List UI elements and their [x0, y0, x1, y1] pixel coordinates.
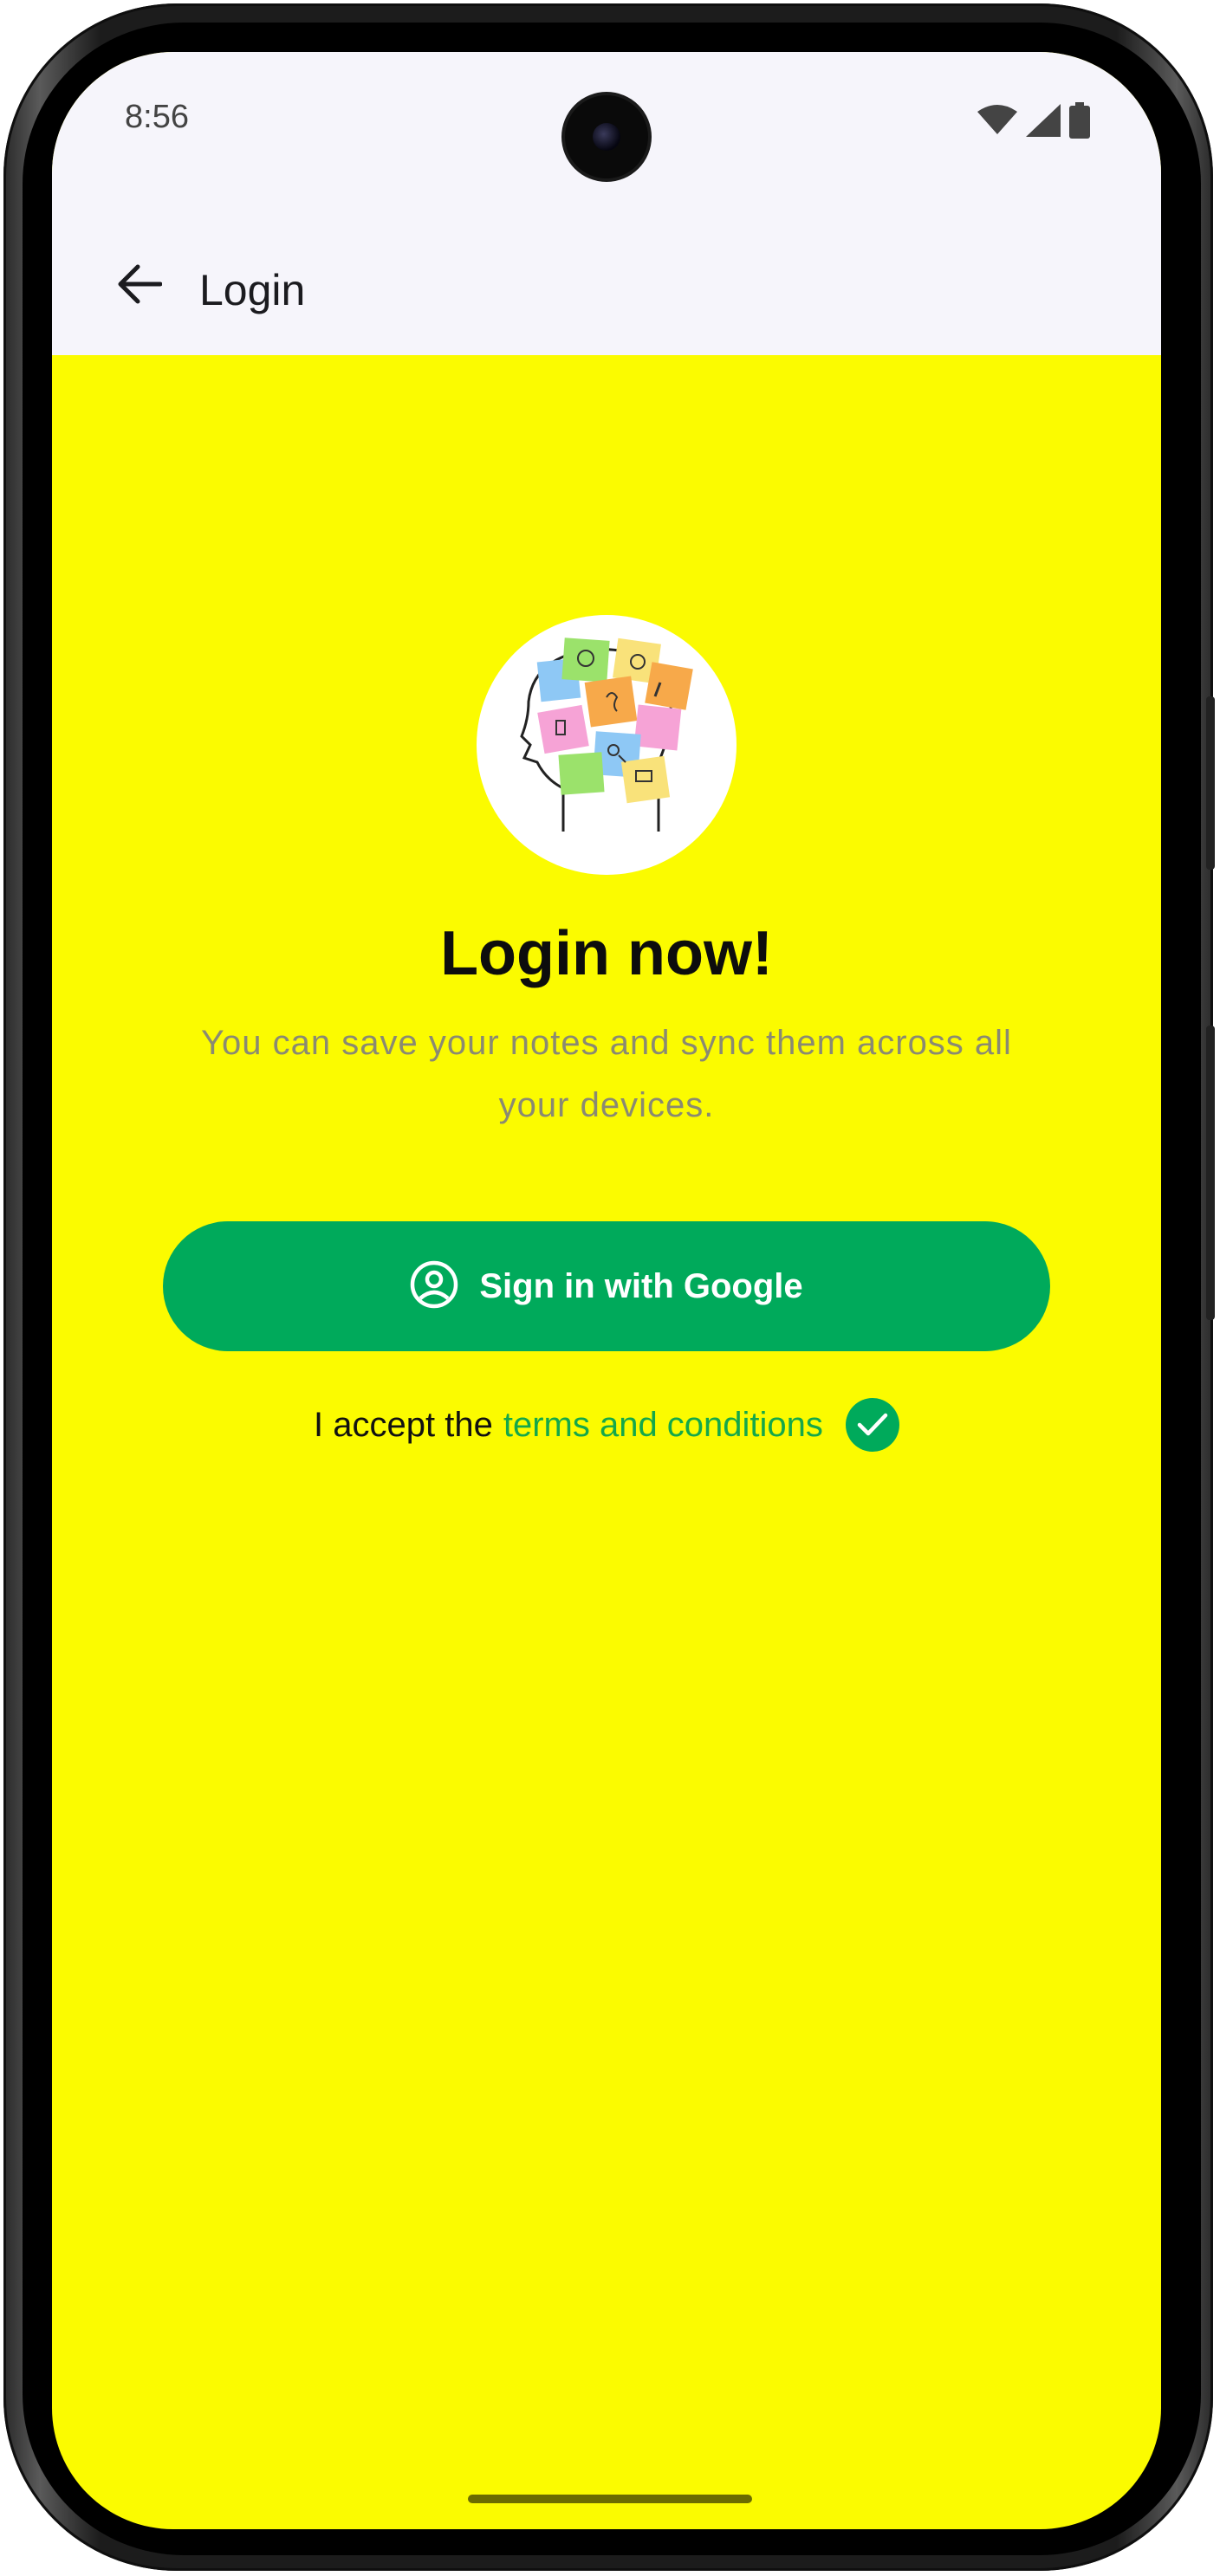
wifi-icon [977, 105, 1017, 136]
status-icons [977, 102, 1090, 139]
status-time: 8:56 [125, 99, 189, 135]
check-circle-icon[interactable] [845, 1398, 899, 1452]
account-circle-icon [410, 1260, 458, 1313]
login-headline: Login now! [440, 919, 773, 988]
sign-in-with-google-button[interactable]: Sign in with Google [163, 1221, 1050, 1351]
battery-icon [1069, 102, 1090, 139]
app-bar-title: Login [199, 266, 306, 314]
arrow-back-icon [115, 263, 163, 309]
terms-row: I accept the terms and conditions [52, 1398, 1161, 1452]
top-app-area: 8:56 Login [52, 52, 1161, 355]
head-with-notes-illustration [520, 638, 693, 832]
terms-prefix: I accept the [314, 1405, 493, 1444]
screen: 8:56 Login Login now! You can save your … [52, 52, 1161, 2529]
app-logo [477, 615, 737, 875]
back-button[interactable] [95, 243, 182, 329]
power-button [1206, 1026, 1215, 1320]
terms-link[interactable]: terms and conditions [503, 1406, 823, 1445]
home-indicator[interactable] [468, 2495, 752, 2503]
volume-button [1206, 696, 1215, 870]
login-subtitle: You can save your notes and sync them ac… [201, 1024, 1012, 1124]
front-camera [565, 95, 648, 178]
signal-icon [1026, 104, 1061, 137]
login-content: Login now! You can save your notes and s… [52, 355, 1161, 2529]
google-button-label: Sign in with Google [479, 1266, 803, 1305]
